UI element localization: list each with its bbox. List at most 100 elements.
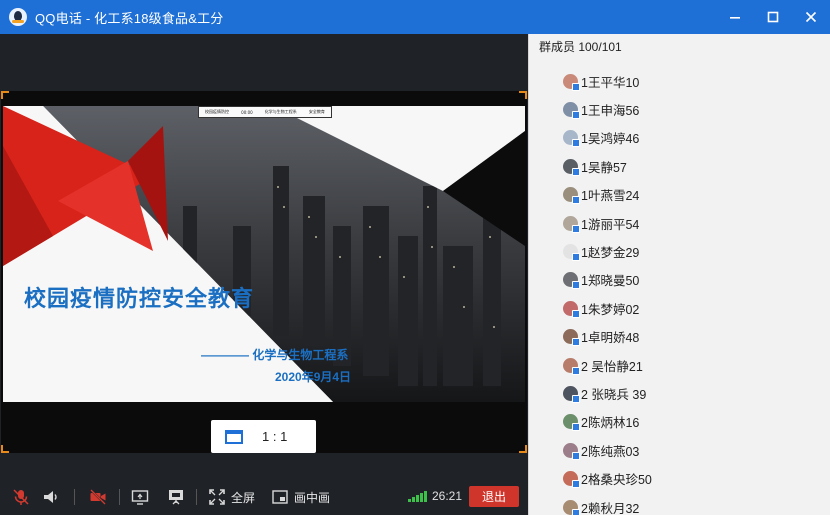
member-name: 1卓明娇48 [581, 331, 640, 346]
presentation-slide: 校园疫情防控 00:00 化学与生物工程系 安全教育 校园疫情防控安全教育 ——… [3, 106, 525, 402]
aspect-ratio-button[interactable]: 1 : 1 [211, 420, 316, 453]
avatar [563, 414, 580, 432]
slide-department: ———— 化学与生物工程系 [201, 348, 349, 362]
qq-penguin-icon [9, 8, 27, 26]
presentation-icon [169, 490, 183, 505]
slide-header-bar: 校园疫情防控 00:00 化学与生物工程系 安全教育 [198, 106, 332, 118]
frame-corner [1, 91, 9, 99]
avatar [563, 300, 580, 318]
member-item[interactable]: 1朱梦婷02 [563, 299, 640, 318]
picture-in-picture-icon [272, 490, 288, 504]
member-name: 2陈炳林16 [581, 416, 640, 431]
avatar [563, 73, 580, 91]
member-item[interactable]: 1叶燕雪24 [563, 186, 640, 205]
slide-header-text: 校园疫情防控 [205, 109, 230, 114]
member-name: 2格桑央珍50 [581, 473, 652, 488]
signal-strength-icon [408, 491, 428, 502]
avatar [563, 357, 580, 375]
member-item[interactable]: 1王平华10 [563, 72, 640, 91]
title-bar: QQ电话 - 化工系18级食品&工分 [0, 0, 830, 34]
member-item[interactable]: 1吴鸿婷46 [563, 129, 640, 148]
minimize-icon [730, 17, 740, 19]
member-name: 1游丽平54 [581, 217, 640, 232]
shared-screen[interactable]: 校园疫情防控 00:00 化学与生物工程系 安全教育 校园疫情防控安全教育 ——… [1, 91, 527, 453]
member-item[interactable]: 2 张晓兵 39 [563, 384, 647, 403]
window-icon [225, 429, 243, 444]
window-title: QQ电话 - 化工系18级食品&工分 [35, 10, 224, 26]
share-screen-icon [131, 490, 149, 505]
member-item[interactable]: 2赖秋月32 [563, 498, 639, 515]
fullscreen-icon [209, 489, 225, 505]
member-name: 1吴静57 [581, 160, 627, 175]
member-item[interactable]: 1卓明娇48 [563, 328, 640, 347]
avatar [563, 329, 580, 347]
maximize-button[interactable] [754, 0, 792, 34]
member-name: 1吴鸿婷46 [581, 132, 640, 147]
member-name: 1叶燕雪24 [581, 189, 640, 204]
slide-header-text: 安全教育 [308, 109, 325, 114]
qq-call-window: QQ电话 - 化工系18级食品&工分 校园疫情防控 00:00 化学与生物工程系… [0, 0, 830, 515]
member-item[interactable]: 1吴静57 [563, 157, 627, 176]
toolbar-divider [74, 489, 75, 505]
member-item[interactable]: 1王申海56 [563, 100, 640, 119]
slide-header-text: 化学与生物工程系 [264, 109, 297, 114]
member-count-header: 群成员 100/101 [539, 40, 622, 54]
member-item[interactable]: 2 吴怡静21 [563, 356, 643, 375]
avatar [563, 442, 580, 460]
close-icon [805, 11, 817, 23]
fullscreen-button[interactable]: 全屏 [208, 487, 255, 507]
member-item[interactable]: 2格桑央珍50 [563, 470, 652, 489]
ratio-label: 1 : 1 [262, 429, 288, 444]
mic-muted-icon [13, 489, 29, 505]
toolbar-divider [196, 489, 197, 505]
member-name: 2赖秋月32 [581, 501, 640, 515]
video-area: 校园疫情防控 00:00 化学与生物工程系 安全教育 校园疫情防控安全教育 ——… [0, 34, 528, 515]
member-name: 1王平华10 [581, 75, 640, 90]
avatar [563, 187, 580, 205]
member-name: 1赵梦金29 [581, 245, 640, 260]
avatar [563, 272, 580, 290]
fullscreen-label: 全屏 [231, 490, 256, 505]
camera-off-button[interactable] [89, 487, 107, 507]
avatar [563, 471, 580, 489]
member-name: 2陈纯燕03 [581, 444, 640, 459]
member-item[interactable]: 2陈纯燕03 [563, 441, 640, 460]
toolbar-divider [119, 489, 120, 505]
avatar [563, 499, 580, 515]
member-name: 1郑晓曼50 [581, 274, 640, 289]
member-item[interactable]: 2陈炳林16 [563, 413, 640, 432]
frame-corner [519, 91, 527, 99]
avatar [563, 101, 580, 119]
window-controls [716, 0, 830, 34]
member-item[interactable]: 1郑晓曼50 [563, 271, 640, 290]
member-item[interactable]: 1赵梦金29 [563, 242, 640, 261]
member-name: 2 张晓兵 39 [581, 387, 647, 402]
slide-header-text: 00:00 [241, 109, 253, 115]
close-button[interactable] [792, 0, 830, 34]
avatar [563, 243, 580, 261]
member-name: 1王申海56 [581, 103, 640, 118]
call-timer: 26:21 [432, 489, 463, 503]
frame-corner [519, 445, 527, 453]
share-screen-button[interactable] [131, 487, 149, 507]
mic-muted-button[interactable] [12, 487, 30, 507]
member-item[interactable]: 1游丽平54 [563, 214, 640, 233]
avatar [563, 385, 580, 403]
minimize-button[interactable] [716, 0, 754, 34]
member-name: 2 吴怡静21 [581, 359, 643, 374]
member-panel: 群成员 100/101 1王平华10 1王申海56 1吴鸿婷46 1吴静57 1叶燕雪2… [528, 34, 830, 515]
maximize-icon [767, 11, 779, 23]
avatar [563, 130, 580, 148]
slide-title: 校园疫情防控安全教育 [24, 286, 255, 311]
slide-date: 2020年9月4日 [275, 370, 352, 384]
pip-label: 画中画 [294, 490, 331, 505]
avatar [563, 215, 580, 233]
member-name: 1朱梦婷02 [581, 302, 640, 317]
picture-in-picture-button[interactable]: 画中画 [271, 487, 330, 507]
exit-button[interactable]: 退出 [469, 486, 519, 507]
frame-corner [1, 445, 9, 453]
speaker-button[interactable] [42, 487, 60, 507]
camera-off-icon [90, 489, 106, 505]
avatar [563, 158, 580, 176]
presentation-button[interactable] [167, 487, 185, 507]
